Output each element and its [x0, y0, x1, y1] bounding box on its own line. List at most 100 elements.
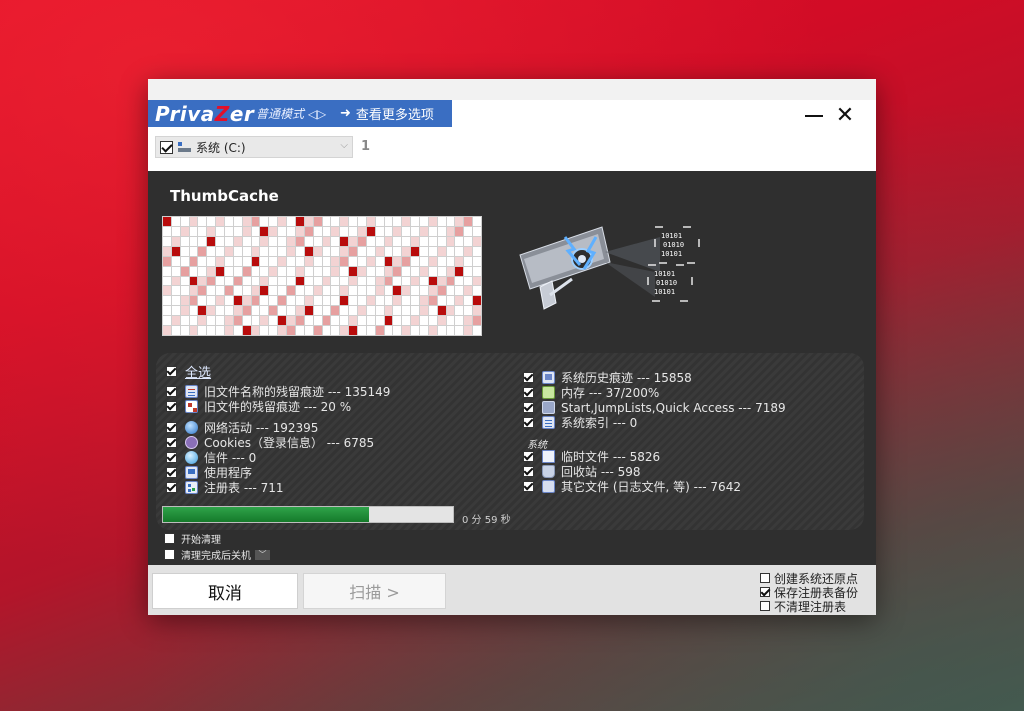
option-checkbox[interactable]: [166, 422, 177, 433]
grid-cell: [295, 306, 304, 316]
grid-cell: [366, 266, 375, 276]
option-row-right-0[interactable]: 系统历史痕迹 --- 15858: [523, 370, 692, 385]
option-checkbox[interactable]: [523, 417, 534, 428]
option-checkbox[interactable]: [523, 387, 534, 398]
option-checkbox[interactable]: [523, 451, 534, 462]
grid-cell: [340, 306, 349, 316]
grid-cell: [402, 296, 411, 306]
option-row-right-2[interactable]: Start,JumpLists,Quick Access --- 7189: [523, 400, 786, 415]
option-checkbox[interactable]: [166, 452, 177, 463]
window-titlebar[interactable]: [148, 79, 876, 100]
option-row-left-1[interactable]: 旧文件的残留痕迹 --- 20 %: [166, 399, 351, 414]
grid-cell: [260, 266, 269, 276]
grid-cell: [331, 296, 340, 306]
grid-cell: [216, 326, 225, 335]
chevron-down-icon[interactable]: ﹀: [255, 549, 270, 560]
grid-cell: [287, 286, 295, 296]
option-row-left-6[interactable]: 注册表 --- 711: [166, 480, 284, 495]
option-row-right-6[interactable]: 其它文件 (日志文件, 等) --- 7642: [523, 479, 741, 494]
grid-cell: [402, 326, 411, 335]
grid-cell: [233, 286, 242, 296]
scan-button[interactable]: 扫描 >: [303, 573, 446, 609]
grid-cell: [242, 236, 251, 246]
grid-cell: [331, 286, 340, 296]
option-row-right-5[interactable]: 回收站 --- 598: [523, 464, 641, 479]
grid-cell: [411, 217, 419, 226]
grid-cell: [411, 256, 419, 266]
cancel-button[interactable]: 取消: [152, 573, 298, 609]
option-row-left-0[interactable]: 旧文件名称的残留痕迹 --- 135149: [166, 384, 390, 399]
no-registry-clean-checkbox[interactable]: [760, 601, 770, 611]
grid-cell: [207, 226, 216, 236]
grid-cell: [233, 226, 242, 236]
option-checkbox[interactable]: [166, 401, 177, 412]
grid-cell: [384, 316, 393, 326]
option-row-left-4[interactable]: 信件 --- 0: [166, 450, 256, 465]
grid-cell: [331, 306, 340, 316]
backup-registry-checkbox[interactable]: [760, 587, 770, 597]
grid-cell: [189, 226, 198, 236]
grid-cell: [242, 316, 251, 326]
option-checkbox[interactable]: [166, 467, 177, 478]
grid-cell: [446, 217, 455, 226]
option-checkbox[interactable]: [166, 482, 177, 493]
grid-cell: [340, 286, 349, 296]
grid-cell: [331, 266, 340, 276]
privazer-window: PrivaZer 普通模式 ◁▷ ➜ 查看更多选项 ✕ 系统 (C:) ⌵ 1 …: [148, 79, 876, 615]
option-row-left-5[interactable]: 使用程序: [166, 465, 252, 480]
drive-checkbox[interactable]: [160, 140, 173, 154]
option-label: 注册表 --- 711: [204, 481, 284, 495]
option-row-left-3[interactable]: Cookies（登录信息） --- 6785: [166, 435, 374, 450]
drive-select[interactable]: 系统 (C:) ⌵: [155, 136, 353, 158]
option-row-right-4[interactable]: 临时文件 --- 5826: [523, 449, 660, 464]
option-checkbox[interactable]: [523, 466, 534, 477]
grid-cell: [366, 296, 375, 306]
start-cleanup-checkbox[interactable]: [164, 533, 175, 544]
option-checkbox[interactable]: [166, 437, 177, 448]
grid-cell: [366, 226, 375, 236]
grid-cell: [393, 226, 402, 236]
grid-cell: [180, 276, 189, 286]
grid-cell: [163, 217, 171, 226]
grid-cell: [278, 286, 287, 296]
close-button[interactable]: ✕: [834, 105, 856, 127]
option-row-right-3[interactable]: 系统索引 --- 0: [523, 415, 637, 430]
grid-cell: [331, 246, 340, 256]
select-all-check[interactable]: [166, 366, 177, 377]
select-all-checkbox[interactable]: 全选: [166, 362, 211, 381]
select-all-label[interactable]: 全选: [185, 362, 211, 381]
grid-cell: [163, 226, 171, 236]
grid-cell: [180, 316, 189, 326]
grid-cell: [366, 256, 375, 266]
grid-cell: [419, 256, 428, 266]
grid-cell: [349, 266, 357, 276]
grid-cell: [260, 276, 269, 286]
minimize-button[interactable]: [803, 105, 825, 127]
grid-cell: [269, 276, 278, 286]
start-cleanup-option[interactable]: 开始清理: [164, 531, 221, 546]
grid-cell: [304, 326, 313, 335]
option-row-right-1[interactable]: 内存 --- 37/200%: [523, 385, 659, 400]
option-checkbox[interactable]: [523, 402, 534, 413]
option-checkbox[interactable]: [166, 386, 177, 397]
no-registry-clean-option[interactable]: 不清理注册表: [760, 599, 866, 614]
grid-cell: [340, 217, 349, 226]
option-row-left-2[interactable]: 网络活动 --- 192395: [166, 420, 318, 435]
grid-cell: [180, 296, 189, 306]
more-options-link[interactable]: ➜ 查看更多选项: [340, 104, 434, 123]
grid-cell: [349, 286, 357, 296]
option-checkbox[interactable]: [523, 481, 534, 492]
grid-cell: [225, 226, 233, 236]
grid-cell: [375, 326, 384, 335]
option-checkbox[interactable]: [523, 372, 534, 383]
grid-cell: [260, 286, 269, 296]
grid-cell: [287, 256, 295, 266]
mode-toggle[interactable]: 普通模式 ◁▷: [256, 105, 338, 122]
shutdown-checkbox[interactable]: [164, 549, 175, 560]
grid-cell: [260, 316, 269, 326]
restore-point-checkbox[interactable]: [760, 573, 770, 583]
grid-cell: [269, 296, 278, 306]
grid-cell: [331, 236, 340, 246]
shutdown-option[interactable]: 清理完成后关机 ﹀: [164, 547, 270, 562]
grid-cell: [313, 266, 322, 276]
